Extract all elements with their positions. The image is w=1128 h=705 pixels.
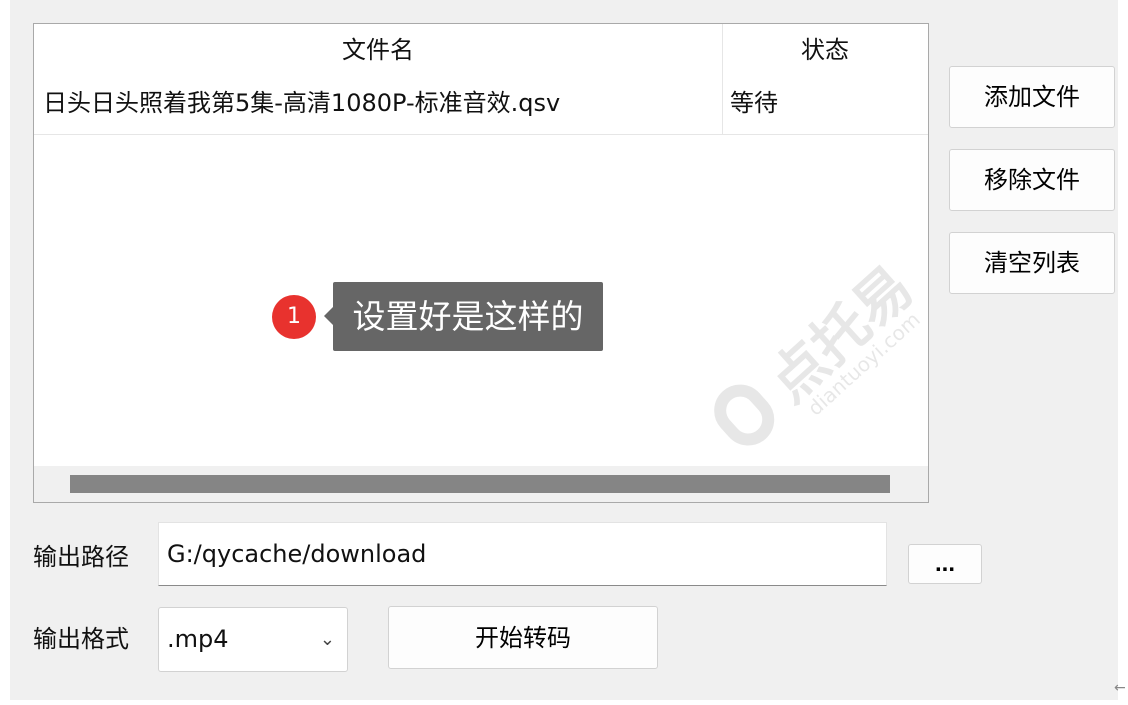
browse-button[interactable]: ...	[908, 544, 982, 584]
output-format-label: 输出格式	[33, 625, 129, 653]
horizontal-scrollbar[interactable]	[34, 466, 928, 502]
remove-file-button[interactable]: 移除文件	[949, 149, 1115, 211]
format-selected-value: .mp4	[167, 625, 229, 653]
file-table[interactable]: 文件名 状态 日头日头照着我第5集-高清1080P-标准音效.qsv 等待 点托…	[33, 23, 929, 503]
table-header: 文件名 状态	[34, 24, 928, 76]
output-path-input[interactable]: G:/qycache/download	[158, 522, 887, 586]
start-transcode-button[interactable]: 开始转码	[388, 606, 658, 669]
cell-status: 等待	[730, 89, 778, 117]
clear-list-button[interactable]: 清空列表	[949, 232, 1115, 294]
output-format-select[interactable]: .mp4 ⌄	[158, 607, 348, 672]
column-header-status[interactable]: 状态	[722, 24, 928, 76]
arrow-left-icon: ←	[1114, 680, 1126, 696]
chevron-down-icon: ⌄	[319, 629, 335, 650]
table-row[interactable]: 日头日头照着我第5集-高清1080P-标准音效.qsv 等待	[34, 76, 928, 135]
annotation-callout: 设置好是这样的	[333, 282, 603, 351]
cell-filename: 日头日头照着我第5集-高清1080P-标准音效.qsv	[43, 89, 561, 117]
watermark-logo-icon	[703, 373, 785, 457]
output-path-label: 输出路径	[33, 543, 129, 571]
column-header-filename[interactable]: 文件名	[34, 24, 722, 76]
add-file-button[interactable]: 添加文件	[949, 66, 1115, 128]
annotation-badge: 1	[272, 295, 316, 339]
scrollbar-thumb[interactable]	[70, 475, 890, 493]
watermark: 点托易 diantuoyi.com	[649, 196, 928, 502]
